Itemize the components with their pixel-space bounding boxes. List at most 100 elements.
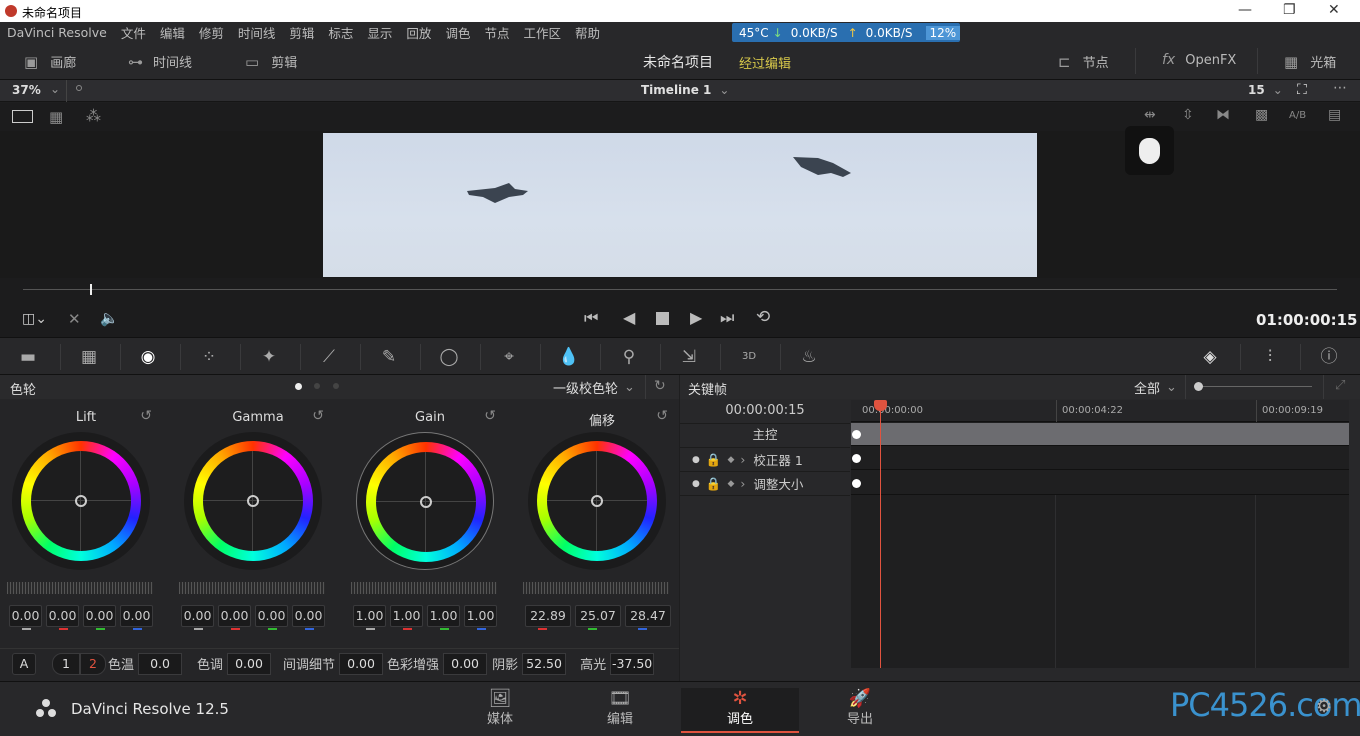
window-icon[interactable]: ◯ bbox=[438, 346, 460, 368]
wipe-icon[interactable]: ⧓ bbox=[1216, 107, 1230, 123]
page-2-button[interactable]: 2 bbox=[80, 652, 106, 675]
menu-timeline[interactable]: 时间线 bbox=[238, 23, 276, 42]
color-match-icon[interactable]: ▦ bbox=[78, 346, 100, 368]
skip-end-icon[interactable]: ⏭ bbox=[720, 308, 734, 328]
more-icon[interactable]: ⋯ bbox=[1333, 80, 1347, 96]
timeline-select[interactable]: Timeline 1 ⌄ bbox=[641, 83, 729, 97]
wheel-handle[interactable] bbox=[591, 495, 603, 507]
overlay-icon[interactable]: ▤ bbox=[1328, 107, 1341, 123]
checker-icon[interactable]: ▩ bbox=[1255, 107, 1268, 123]
playhead[interactable] bbox=[90, 284, 92, 295]
auto-balance-button[interactable]: A bbox=[12, 652, 36, 675]
reset-icon[interactable]: ↺ bbox=[140, 408, 152, 424]
openfx-button[interactable]: fx OpenFX bbox=[1162, 52, 1236, 68]
nodes-button[interactable]: ⊏ 节点 bbox=[1058, 52, 1109, 72]
keyframe-timeline[interactable]: 00:00:00:00 00:00:04:22 00:00:09:19 bbox=[851, 400, 1349, 668]
scopes-icon[interactable]: ⫶ bbox=[1259, 346, 1281, 368]
timeline-button[interactable]: ⊶ 时间线 bbox=[128, 52, 192, 72]
single-viewer-icon[interactable] bbox=[12, 110, 33, 123]
menu-help[interactable]: 帮助 bbox=[575, 23, 600, 42]
keyframe-filter-select[interactable]: 全部 ⌄ bbox=[1134, 378, 1177, 397]
volume-icon[interactable]: 🔈 bbox=[100, 309, 119, 327]
value-g[interactable]: 1.00 bbox=[427, 605, 460, 630]
qualifier-icon[interactable]: ✎ bbox=[378, 346, 400, 368]
magic-wand-icon[interactable]: ⁂ bbox=[86, 107, 101, 125]
shadows-field[interactable]: 52.50 bbox=[522, 652, 567, 675]
expand-icon[interactable]: ⤢ bbox=[1335, 378, 1345, 393]
value-r[interactable]: 0.00 bbox=[218, 605, 251, 630]
chevron-right-icon[interactable]: › bbox=[740, 452, 745, 467]
grid-icon[interactable]: ▦ bbox=[49, 108, 63, 126]
keyframe-dot[interactable] bbox=[852, 479, 861, 488]
value-y[interactable]: 0.00 bbox=[181, 605, 214, 630]
zoom-slider[interactable] bbox=[1198, 386, 1312, 387]
master-slider[interactable] bbox=[523, 582, 669, 594]
wheel-handle[interactable] bbox=[75, 495, 87, 507]
wheel-mode-select[interactable]: 一级校色轮 ⌄ bbox=[553, 378, 635, 397]
lightbox-button[interactable]: ▦ 光箱 bbox=[1284, 52, 1336, 72]
page-dot-active[interactable] bbox=[295, 383, 302, 390]
play-reverse-icon[interactable]: ◀ bbox=[623, 308, 635, 327]
stop-icon[interactable] bbox=[656, 312, 669, 325]
value-g[interactable]: 25.07 bbox=[575, 605, 621, 630]
camera-raw-icon[interactable]: ▬ bbox=[17, 346, 39, 368]
value-g[interactable]: 0.00 bbox=[83, 605, 116, 630]
tab-deliver[interactable]: 🚀 导出 bbox=[801, 688, 919, 733]
sizing-icon[interactable]: ⇲ bbox=[678, 346, 700, 368]
menu-playback[interactable]: 回放 bbox=[406, 23, 431, 42]
minimize-icon[interactable]: — bbox=[1238, 2, 1252, 18]
reset-all-icon[interactable]: ↻ bbox=[654, 378, 666, 394]
kf-row-corrector[interactable]: ● 🔒 ◆ › 校正器 1 bbox=[680, 448, 850, 472]
gain-wheel[interactable] bbox=[356, 432, 494, 570]
reset-icon[interactable]: ↺ bbox=[312, 408, 324, 424]
menu-workspace[interactable]: 工作区 bbox=[523, 23, 561, 42]
tracker-icon[interactable]: ⌖ bbox=[498, 346, 520, 368]
fx-flame-icon[interactable]: ♨ bbox=[798, 346, 820, 368]
video-frame[interactable] bbox=[323, 133, 1037, 277]
reset-icon[interactable]: ↺ bbox=[484, 408, 496, 424]
tab-media[interactable]: 🖼 媒体 bbox=[441, 688, 559, 733]
fullscreen-icon[interactable]: ⛶ bbox=[1297, 82, 1307, 98]
loop-icon[interactable]: ⟲ bbox=[756, 307, 770, 327]
menu-file[interactable]: 文件 bbox=[121, 23, 146, 42]
menu-color[interactable]: 调色 bbox=[445, 23, 470, 42]
color-boost-field[interactable]: 0.00 bbox=[443, 652, 488, 675]
frame-select[interactable]: 15 ⌄ bbox=[1248, 83, 1283, 97]
value-b[interactable]: 1.00 bbox=[464, 605, 497, 630]
zoom-slider-handle[interactable] bbox=[1194, 382, 1203, 391]
kf-row-resize[interactable]: ● 🔒 ◆ › 调整大小 bbox=[680, 472, 850, 496]
ab-toggle[interactable]: A/B bbox=[1289, 110, 1306, 121]
info-icon[interactable]: ⓘ bbox=[1318, 346, 1340, 368]
page-dot[interactable] bbox=[333, 383, 339, 389]
reset-icon[interactable]: ↺ bbox=[656, 408, 668, 424]
page-1-button[interactable]: 1 bbox=[52, 652, 80, 675]
value-y[interactable]: 1.00 bbox=[353, 605, 386, 630]
settings-icon[interactable]: ⚙ bbox=[1316, 696, 1332, 717]
temp-field[interactable]: 0.0 bbox=[138, 652, 183, 675]
shuffle-icon[interactable]: ✕ bbox=[68, 310, 81, 328]
kf-playhead[interactable] bbox=[874, 400, 887, 411]
menu-app[interactable]: DaVinci Resolve bbox=[7, 25, 107, 40]
lift-wheel[interactable] bbox=[12, 432, 150, 570]
value-r[interactable]: 1.00 bbox=[390, 605, 423, 630]
highlights-field[interactable]: -37.50 bbox=[610, 652, 655, 675]
master-slider[interactable] bbox=[7, 582, 153, 594]
tab-color[interactable]: ✲ 调色 bbox=[681, 688, 799, 733]
keyframe-dot[interactable] bbox=[852, 430, 861, 439]
scrubber[interactable] bbox=[0, 278, 1360, 302]
gallery-button[interactable]: ▣ 画廊 bbox=[24, 52, 76, 72]
clips-button[interactable]: ▭ 剪辑 bbox=[245, 52, 297, 72]
curves-icon[interactable]: ⟋ bbox=[318, 346, 340, 368]
gamma-wheel[interactable] bbox=[184, 432, 322, 570]
value-b[interactable]: 0.00 bbox=[292, 605, 325, 630]
3d-icon[interactable]: 3D bbox=[738, 346, 760, 368]
color-wheels-icon[interactable]: ◉ bbox=[137, 346, 159, 368]
keyframe-dot[interactable] bbox=[852, 454, 861, 463]
chevron-down-icon[interactable]: ⌄ bbox=[50, 82, 60, 96]
split-vertical-icon[interactable]: ⇳ bbox=[1182, 107, 1194, 123]
menu-trim[interactable]: 修剪 bbox=[199, 23, 224, 42]
value-y[interactable]: 0.00 bbox=[9, 605, 42, 630]
midtone-detail-field[interactable]: 0.00 bbox=[339, 652, 384, 675]
value-b[interactable]: 0.00 bbox=[120, 605, 153, 630]
menu-clip[interactable]: 剪辑 bbox=[289, 23, 314, 42]
